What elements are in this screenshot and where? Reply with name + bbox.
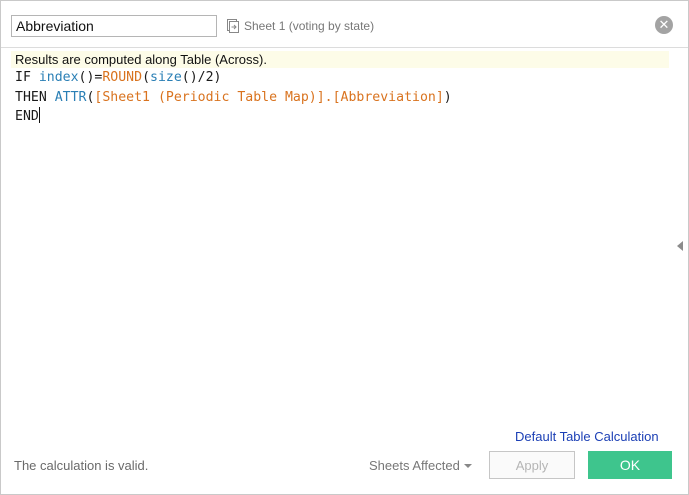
- field-reference: [Sheet1 (Periodic Table Map)].[Abbreviat…: [94, 89, 444, 105]
- calculation-editor-dialog: Sheet 1 (voting by state) ✕ Results are …: [0, 0, 689, 495]
- text-cursor: [38, 107, 40, 123]
- sheets-affected-dropdown[interactable]: Sheets Affected: [369, 458, 472, 473]
- code-line-1: IF index()=ROUND(size()/2): [15, 70, 221, 85]
- sheet-link-icon: [227, 19, 239, 33]
- formula-code[interactable]: IF index()=ROUND(size()/2) THEN ATTR([Sh…: [15, 68, 452, 127]
- apply-button[interactable]: Apply: [489, 451, 575, 479]
- function-attr: ATTR: [54, 89, 87, 105]
- function-size: size: [150, 70, 182, 85]
- function-index: index: [38, 70, 79, 85]
- code-punct: ): [443, 89, 452, 105]
- source-sheet-name: Sheet 1 (voting by state): [244, 19, 375, 33]
- ok-button[interactable]: OK: [588, 451, 672, 479]
- close-button[interactable]: ✕: [655, 16, 673, 34]
- code-punct: ()/2): [181, 70, 222, 85]
- keyword-end: END: [15, 109, 39, 124]
- formula-editor[interactable]: Results are computed along Table (Across…: [1, 48, 673, 418]
- close-icon: ✕: [658, 17, 670, 32]
- code-punct: ()=: [78, 70, 103, 85]
- calculation-name-input[interactable]: [11, 15, 217, 37]
- chevron-down-icon: [463, 464, 472, 468]
- keyword-then: THEN: [15, 89, 55, 105]
- expand-panel-arrow-icon[interactable]: [677, 241, 683, 251]
- default-table-calculation-link[interactable]: Default Table Calculation: [515, 429, 659, 444]
- function-round: ROUND: [102, 70, 143, 85]
- keyword-if: IF: [15, 70, 39, 85]
- code-line-2: THEN ATTR([Sheet1 (Periodic Table Map)].…: [15, 90, 452, 105]
- dialog-header: Sheet 1 (voting by state) ✕: [1, 1, 688, 48]
- validation-status: The calculation is valid.: [14, 458, 149, 473]
- code-punct: (: [142, 70, 151, 85]
- source-sheet-label: Sheet 1 (voting by state): [227, 17, 374, 35]
- sheets-affected-label: Sheets Affected: [369, 458, 460, 473]
- compute-along-notice: Results are computed along Table (Across…: [11, 51, 669, 68]
- code-line-3: END: [15, 107, 40, 124]
